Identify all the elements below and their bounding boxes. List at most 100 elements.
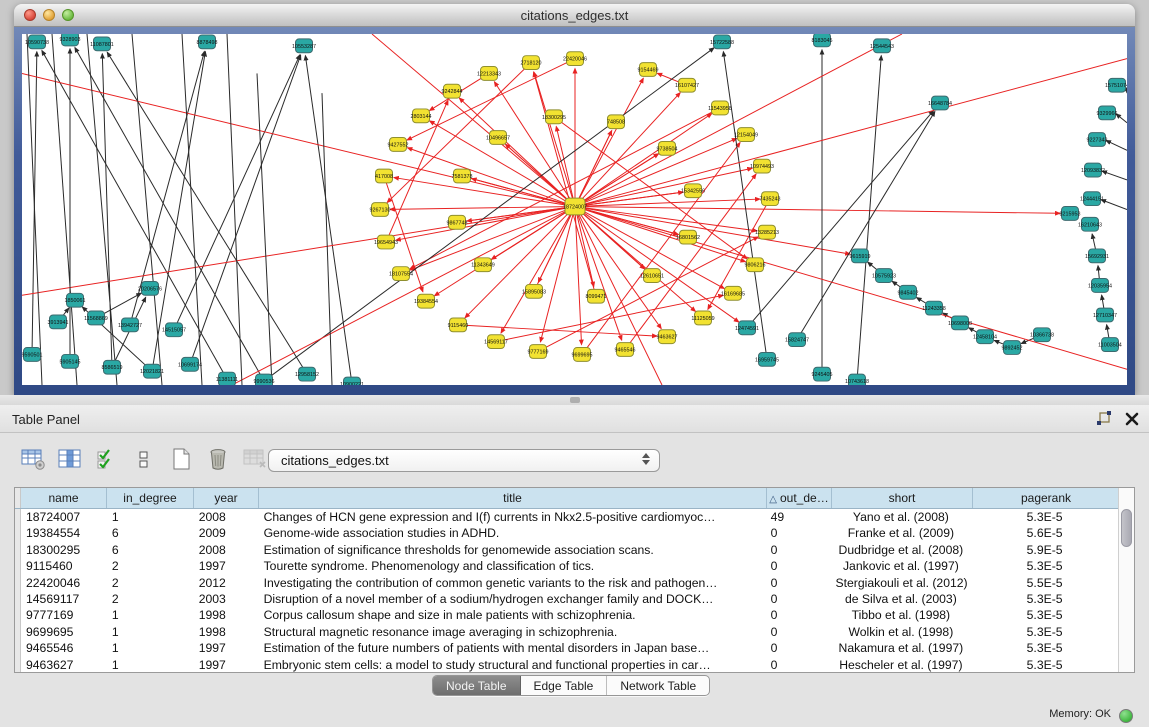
cell-year[interactable]: 1997: [194, 558, 259, 574]
network-graph[interactable]: 1872400722420046271812012213343924284428…: [22, 34, 1127, 385]
memory-status-indicator[interactable]: [1119, 709, 1133, 723]
table-row[interactable]: 946554611997Estimation of the future num…: [15, 640, 1118, 656]
network-canvas[interactable]: 1872400722420046271812012213343924284428…: [22, 34, 1127, 385]
cell-pagerank[interactable]: 5.9E-5: [971, 542, 1118, 558]
edge[interactable]: [1101, 200, 1127, 210]
table-row[interactable]: 977716911998Corpus callosum shape and si…: [15, 607, 1118, 623]
show-columns-icon[interactable]: [57, 446, 83, 472]
tab-network-table[interactable]: Network Table: [607, 676, 709, 695]
cell-in_degree[interactable]: 2: [107, 558, 194, 574]
cell-out_de[interactable]: 0: [766, 657, 831, 672]
cell-pagerank[interactable]: 5.3E-5: [971, 591, 1118, 607]
cell-pagerank[interactable]: 5.3E-5: [971, 624, 1118, 640]
cell-in_degree[interactable]: 6: [107, 542, 194, 558]
citation-edge[interactable]: [575, 207, 1127, 370]
cell-short[interactable]: Wolkin et al. (1998): [831, 624, 972, 640]
citation-edge[interactable]: [625, 174, 756, 349]
create-table-icon[interactable]: [168, 446, 194, 472]
cell-year[interactable]: 1997: [194, 640, 259, 656]
cell-in_degree[interactable]: 1: [107, 607, 194, 623]
cell-title[interactable]: Corpus callosum shape and size in male p…: [259, 607, 766, 623]
citation-edge[interactable]: [575, 78, 643, 206]
cell-out_de[interactable]: 0: [766, 624, 831, 640]
window-titlebar[interactable]: citations_edges.txt: [14, 4, 1135, 27]
cell-pagerank[interactable]: 5.3E-5: [971, 640, 1118, 656]
cell-pagerank[interactable]: 5.5E-5: [971, 575, 1118, 591]
tab-node-table[interactable]: Node Table: [433, 676, 521, 695]
column-header-title[interactable]: title: [259, 488, 767, 508]
cell-in_degree[interactable]: 1: [107, 509, 194, 525]
citation-edge[interactable]: [575, 207, 739, 323]
cell-title[interactable]: Estimation of significance thresholds fo…: [259, 542, 766, 558]
cell-pagerank[interactable]: 5.6E-5: [971, 525, 1118, 541]
table-selector-dropdown[interactable]: citations_edges.txt: [268, 449, 660, 472]
edge[interactable]: [264, 48, 714, 381]
cell-short[interactable]: Tibbo et al. (1998): [831, 607, 972, 623]
cell-title[interactable]: Estimation of the future numbers of pati…: [259, 640, 766, 656]
cell-out_de[interactable]: 49: [766, 509, 831, 525]
cell-year[interactable]: 2003: [194, 591, 259, 607]
cell-out_de[interactable]: 0: [766, 542, 831, 558]
cell-short[interactable]: Dudbridge et al. (2008): [831, 542, 972, 558]
column-header-in_degree[interactable]: in_degree: [107, 488, 194, 508]
citation-edge[interactable]: [556, 126, 575, 206]
tab-edge-table[interactable]: Edge Table: [521, 676, 608, 695]
edge[interactable]: [87, 34, 117, 385]
cell-title[interactable]: Tourette syndrome. Phenomenology and cla…: [259, 558, 766, 574]
citation-edge[interactable]: [458, 325, 657, 336]
column-header-short[interactable]: short: [832, 488, 973, 508]
cell-name[interactable]: 9463627: [21, 657, 107, 672]
citation-edge[interactable]: [22, 207, 575, 296]
citation-edge[interactable]: [575, 59, 1127, 207]
row-height-icon[interactable]: [131, 446, 157, 472]
cell-year[interactable]: 2012: [194, 575, 259, 591]
edge[interactable]: [1116, 114, 1127, 123]
table-row[interactable]: 946362711997Embryonic stem cells: a mode…: [15, 657, 1118, 672]
cell-title[interactable]: Changes of HCN gene expression and I(f) …: [259, 509, 766, 525]
edge[interactable]: [1106, 140, 1127, 150]
table-row[interactable]: 1938455462009Genome-wide association stu…: [15, 525, 1118, 541]
float-window-icon[interactable]: [1096, 410, 1113, 432]
citation-edge[interactable]: [390, 207, 575, 210]
cell-name[interactable]: 18724007: [21, 509, 107, 525]
cell-pagerank[interactable]: 5.3E-5: [971, 558, 1118, 574]
table-row[interactable]: 969969511998Structural magnetic resonanc…: [15, 624, 1118, 640]
edge[interactable]: [190, 55, 301, 364]
column-header-name[interactable]: name: [21, 488, 107, 508]
cell-out_de[interactable]: 0: [766, 640, 831, 656]
edge[interactable]: [797, 111, 935, 339]
cell-short[interactable]: Yano et al. (2008): [831, 509, 972, 525]
cell-short[interactable]: Franke et al. (2009): [831, 525, 972, 541]
cell-year[interactable]: 1998: [194, 624, 259, 640]
edge[interactable]: [723, 52, 767, 360]
column-header-year[interactable]: year: [194, 488, 259, 508]
cell-short[interactable]: Nakamura et al. (1997): [831, 640, 972, 656]
cell-out_de[interactable]: 0: [766, 525, 831, 541]
scrollbar-thumb[interactable]: [1121, 509, 1132, 547]
edge[interactable]: [857, 56, 881, 381]
citation-edge[interactable]: [410, 207, 575, 270]
cell-title[interactable]: Genome-wide association studies in ADHD.: [259, 525, 766, 541]
citation-edge[interactable]: [540, 207, 575, 342]
cell-name[interactable]: 9699695: [21, 624, 107, 640]
cell-short[interactable]: Hescheler et al. (1997): [831, 657, 972, 672]
close-panel-icon[interactable]: [1125, 412, 1139, 431]
citation-edge[interactable]: [407, 148, 575, 207]
cell-short[interactable]: Stergiakouli et al. (2012): [831, 575, 972, 591]
cell-out_de[interactable]: 0: [766, 575, 831, 591]
cell-title[interactable]: Investigating the contribution of common…: [259, 575, 766, 591]
cell-name[interactable]: 9777169: [21, 607, 107, 623]
edge[interactable]: [112, 297, 146, 367]
cell-pagerank[interactable]: 5.3E-5: [971, 657, 1118, 672]
citation-edge[interactable]: [575, 207, 757, 231]
split-pane-divider[interactable]: [0, 395, 1149, 405]
cell-in_degree[interactable]: 1: [107, 640, 194, 656]
cell-year[interactable]: 1997: [194, 657, 259, 672]
citation-edge[interactable]: [575, 207, 1060, 214]
cell-pagerank[interactable]: 5.3E-5: [971, 607, 1118, 623]
table-row[interactable]: 1456911722003Disruption of a novel membe…: [15, 591, 1118, 607]
table-row[interactable]: 1872400712008Changes of HCN gene express…: [15, 509, 1118, 525]
cell-in_degree[interactable]: 6: [107, 525, 194, 541]
cell-out_de[interactable]: 0: [766, 558, 831, 574]
cell-out_de[interactable]: 0: [766, 607, 831, 623]
